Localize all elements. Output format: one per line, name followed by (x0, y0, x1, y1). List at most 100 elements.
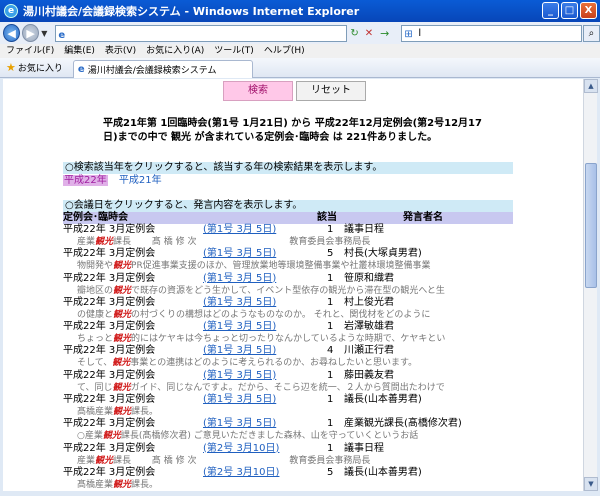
go-button[interactable]: → (380, 27, 389, 40)
snippet-keyword: 観光 (113, 334, 132, 345)
table-row: 平成22年 3月定例会 (第1号 3月 5日) 4 川瀬正行君 そして、観光事業との連携… (63, 345, 518, 369)
row-hit-count: 5 (327, 466, 334, 478)
search-button[interactable]: 検索 (223, 81, 293, 101)
action-buttons: 検索 リセット (223, 81, 366, 101)
row-session: 平成22年 3月定例会 (63, 418, 156, 430)
row-hit-count: 5 (327, 248, 334, 260)
menu-view[interactable]: 表示(V) (105, 44, 136, 58)
row-meeting-link[interactable]: (第1号 3月 5日) (203, 418, 276, 430)
page-icon: e (58, 29, 66, 41)
snippet-keyword: 観光 (113, 309, 132, 320)
year-selector: 平成22年 平成21年 (63, 175, 162, 187)
row-snippet: 髙橋産業観光課長。 (77, 406, 522, 418)
row-meeting-link[interactable]: (第1号 3月 5日) (203, 273, 276, 285)
window-titlebar: e 湯川村議会/会議録検索システム - Windows Internet Exp… (0, 0, 600, 22)
snippet-after: PR促進事業支援のほか、管理放業地等環境整備事業や社叢林環境整備事業 (131, 261, 431, 272)
row-meeting-link[interactable]: (第1号 3月 5日) (203, 248, 276, 260)
row-speaker: 藤田義友君 (344, 369, 394, 381)
close-button[interactable]: X (580, 2, 597, 19)
menu-bar: ファイル(F) 編集(E) 表示(V) お気に入り(A) ツール(T) ヘルプ(… (0, 44, 600, 58)
snippet-before: 髙橋産業 (77, 479, 114, 490)
snippet-before: て、同じ (77, 382, 113, 393)
search-go-button[interactable]: ⌕ (582, 24, 600, 42)
maximize-button[interactable]: □ (561, 2, 578, 19)
stop-button[interactable]: ✕ (365, 28, 373, 39)
favorites-star-icon[interactable]: ★ (6, 61, 16, 74)
window-title: 湯川村議会/会議録検索システム - Windows Internet Explo… (23, 5, 360, 18)
scroll-up-icon[interactable]: ▲ (584, 79, 598, 93)
row-hit-count: 1 (327, 369, 334, 381)
snippet-before: 物開発や (77, 261, 114, 272)
menu-tools[interactable]: ツール(T) (214, 44, 254, 58)
row-snippet: て、同じ観光ガイド、同じなんですよ。だから、そこら辺を統一、２人から質問出たわけ… (77, 382, 522, 394)
back-button[interactable]: ◀ (3, 24, 21, 42)
row-snippet: 瓣地区の観光で既存の資源をどう生かして、イベント型依存の観光から滞在型の観光へと… (77, 285, 522, 297)
row-meeting-link[interactable]: (第1号 3月 5日) (203, 345, 276, 357)
table-row: 平成22年 3月定例会 (第1号 3月 5日) 5 村長(大塚貞男君) 物開発や観光PR… (63, 248, 518, 272)
history-dropdown-icon[interactable]: ▼ (41, 29, 47, 38)
header-session: 定例会･臨時会 (63, 212, 128, 223)
row-hit-count: 1 (327, 224, 334, 235)
row-hit-count: 1 (327, 418, 334, 430)
table-row: 平成22年 3月定例会 (第1号 3月 5日) 1 議長(山本善男君) 髙橋産業観光課長… (63, 394, 518, 418)
address-input[interactable]: e (55, 24, 348, 42)
snippet-before: の健康と (77, 309, 114, 320)
row-snippet: そして、観光事業との連携はどのように考えられるのか、お尋ねしたいと思います。 (77, 357, 522, 369)
browser-tab[interactable]: e 湯川村議会/会議録検索システム (72, 59, 253, 78)
year-link[interactable]: 平成21年 (119, 175, 162, 186)
menu-edit[interactable]: 編集(E) (64, 44, 95, 58)
snippet-before: ○産業 (77, 431, 103, 442)
row-session: 平成22年 3月定例会 (63, 248, 156, 260)
reset-button[interactable]: リセット (296, 81, 366, 101)
header-speaker: 発言者名 (403, 212, 443, 223)
row-snippet: 髙橋産業観光課長。 (77, 479, 522, 491)
row-session: 平成22年 3月定例会 (63, 272, 156, 284)
snippet-before: 産業 (77, 455, 96, 466)
table-row: 平成22年 3月定例会 (第2号 3月10日) 1 議事日程 産業観光課長 髙 橋 修 … (63, 443, 518, 467)
snippet-after: 課長 髙 橋 修 次 教育委員会事務局長 (113, 237, 371, 247)
row-meeting-link[interactable]: (第1号 3月 5日) (203, 297, 276, 309)
search-input-value: l (418, 27, 422, 39)
row-hit-count: 1 (327, 296, 334, 308)
row-speaker: 村上俊光君 (344, 296, 394, 308)
row-hit-count: 4 (327, 345, 334, 357)
row-speaker: 笹原和織君 (344, 272, 394, 284)
address-toolbar: ◀ ▶ ▼ e ↻ ✕ → ⊞ l ⌕ (0, 22, 600, 44)
menu-file[interactable]: ファイル(F) (6, 44, 54, 58)
scrollbar-thumb[interactable] (585, 163, 597, 288)
row-speaker: 産業観光課長(髙橋修次君) (344, 418, 462, 430)
snippet-keyword: 観光 (113, 479, 132, 490)
row-meeting-link[interactable]: (第1号 3月 5日) (203, 321, 276, 333)
menu-help[interactable]: ヘルプ(H) (264, 44, 305, 58)
year-selected-link[interactable]: 平成22年 (63, 175, 108, 186)
menu-favorites[interactable]: お気に入り(A) (146, 44, 204, 58)
row-snippet: の健康と観光の村づくりの構想はどのようなものなのか。 それと、関伐材をどのように (77, 309, 522, 321)
forward-button[interactable]: ▶ (22, 24, 40, 42)
snippet-after: 課長。 (131, 479, 159, 490)
minimize-button[interactable]: _ (542, 2, 559, 19)
vertical-scrollbar[interactable]: ▲ ▼ (583, 79, 598, 491)
row-speaker: 村長(大塚貞男君) (344, 248, 422, 260)
scroll-down-icon[interactable]: ▼ (584, 477, 598, 491)
row-meeting-link[interactable]: (第1号 3月 5日) (203, 394, 276, 406)
meeting-instruction: ○会議日をクリックすると、発言内容を表示します。 (63, 200, 513, 212)
result-summary: 平成21年第 1回臨時会(第1号 1月21日) から 平成22年12月定例会(第… (103, 118, 482, 143)
row-meeting-link[interactable]: (第1号 3月 5日) (203, 370, 276, 382)
row-speaker: 岩澤敏雄君 (344, 321, 394, 333)
row-meeting-link[interactable]: (第2号 3月10日) (203, 467, 279, 479)
row-session: 平成22年 3月定例会 (63, 369, 156, 381)
snippet-after: ガイド、同じなんですよ。だから、そこら辺を統一、２人から質問出たわけで (130, 382, 445, 393)
row-snippet: 産業観光課長 髙 橋 修 次 教育委員会事務局長 (77, 455, 522, 467)
row-meeting-link[interactable]: (第2号 3月10日) (203, 443, 279, 455)
live-search-icon: ⊞ (404, 28, 413, 40)
snippet-before: ちょっと (77, 334, 114, 345)
search-input[interactable]: ⊞ l (401, 24, 582, 42)
snippet-keyword: 観光 (113, 261, 132, 272)
refresh-button[interactable]: ↻ (350, 28, 358, 39)
row-meeting-link[interactable]: (第1号 3月 5日) (203, 224, 276, 236)
table-row: 平成22年 3月定例会 (第1号 3月 5日) 1 岩澤敏雄君 ちょっと観光的にはケヤキ… (63, 321, 518, 345)
snippet-keyword: 観光 (112, 358, 131, 369)
snippet-keyword: 観光 (113, 285, 132, 296)
snippet-after: 課長 髙 橋 修 次 教育委員会事務局長 (113, 455, 371, 466)
favorites-button[interactable]: お気に入り (18, 61, 63, 74)
